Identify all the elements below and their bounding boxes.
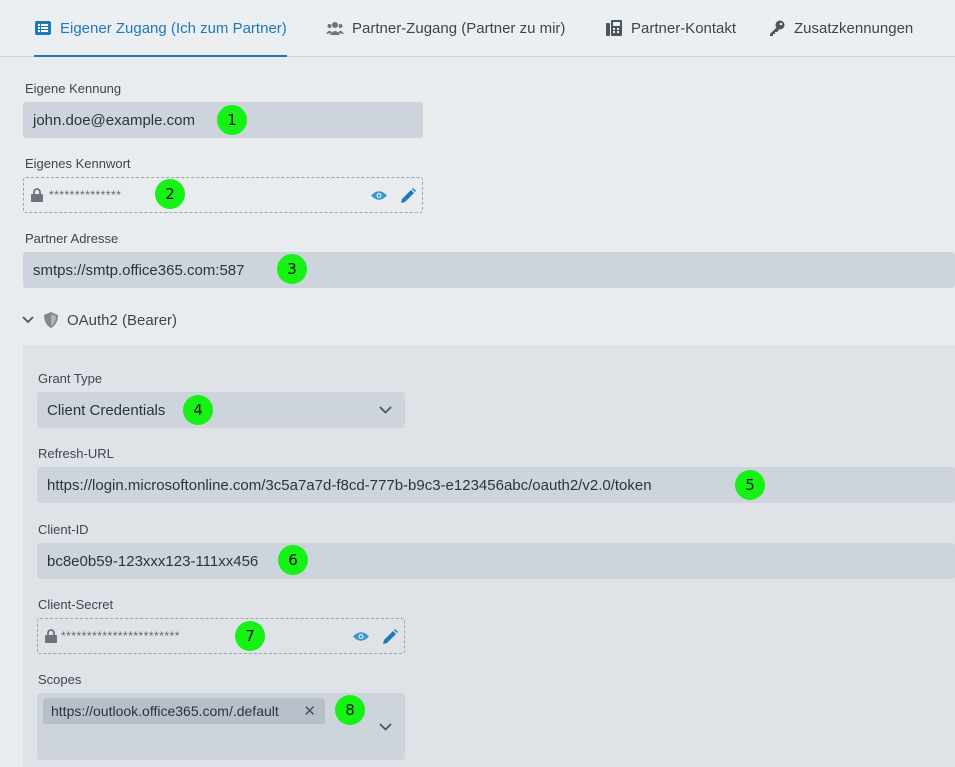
annotation-badge-5: 5 [735,470,765,500]
scope-chip-label: https://outlook.office365.com/.default [51,703,279,719]
client-id-value: bc8e0b59-123xxx123-111xx456 [47,552,259,570]
fax-icon [605,19,623,37]
key-icon [768,19,786,37]
chevron-down-icon [379,723,392,731]
grant-type-value: Client Credentials [47,401,166,419]
oauth-section-toggle[interactable]: OAuth2 (Bearer) [22,308,177,332]
eye-icon[interactable] [370,186,388,204]
lock-icon [31,188,43,202]
tab-partner-contact-label: Partner-Kontakt [631,19,737,37]
tab-own-access-label: Eigener Zugang (Ich zum Partner) [60,19,287,37]
oauth-section-title: OAuth2 (Bearer) [67,311,178,329]
annotation-badge-3: 3 [277,254,307,284]
tab-own-access[interactable]: Eigener Zugang (Ich zum Partner) [34,0,287,57]
tab-partner-access[interactable]: Partner-Zugang (Partner zu mir) [326,0,565,56]
annotation-badge-1: 1 [217,105,247,135]
list-icon [34,19,52,37]
own-password-field[interactable]: ************** [23,177,423,213]
client-id-field[interactable]: bc8e0b59-123xxx123-111xx456 [37,543,955,579]
partner-address-value: smtps://smtp.office365.com:587 [33,261,245,279]
client-id-label: Client-ID [38,522,89,537]
annotation-badge-8: 8 [335,695,365,725]
tab-additional-ids-label: Zusatzkennungen [794,19,914,37]
client-secret-field[interactable]: *********************** [37,618,405,654]
partner-address-label: Partner Adresse [25,231,119,246]
eye-icon[interactable] [352,627,370,645]
annotation-badge-4: 4 [183,395,213,425]
grant-type-select[interactable]: Client Credentials [37,392,405,428]
tab-partner-contact[interactable]: Partner-Kontakt [605,0,736,56]
grant-type-label: Grant Type [38,371,103,386]
shield-icon [44,312,58,328]
tab-partner-access-label: Partner-Zugang (Partner zu mir) [352,19,566,37]
scopes-label: Scopes [38,672,82,687]
annotation-badge-7: 7 [235,621,265,651]
lock-icon [45,629,57,643]
users-icon [326,19,344,37]
own-id-label: Eigene Kennung [25,81,122,96]
refresh-url-label: Refresh-URL [38,446,114,461]
own-password-label: Eigenes Kennwort [25,156,131,171]
refresh-url-value: https://login.microsoftonline.com/3c5a7a… [47,476,652,494]
close-icon[interactable]: ✕ [303,702,316,720]
client-secret-mask: *********************** [61,629,180,643]
refresh-url-field[interactable]: https://login.microsoftonline.com/3c5a7a… [37,467,955,503]
own-password-mask: ************** [49,188,122,202]
chevron-down-icon [22,316,34,324]
tab-bar: Eigener Zugang (Ich zum Partner) Partner… [0,0,955,57]
annotation-badge-6: 6 [278,545,308,575]
pencil-icon[interactable] [399,186,417,204]
partner-address-field[interactable]: smtps://smtp.office365.com:587 [23,252,955,288]
pencil-icon[interactable] [381,627,399,645]
client-secret-label: Client-Secret [38,597,114,612]
annotation-badge-2: 2 [155,179,185,209]
own-id-value: john.doe@example.com [33,111,195,129]
chevron-down-icon [379,406,392,414]
tab-additional-ids[interactable]: Zusatzkennungen [768,0,913,56]
scope-chip: https://outlook.office365.com/.default ✕ [43,698,325,724]
